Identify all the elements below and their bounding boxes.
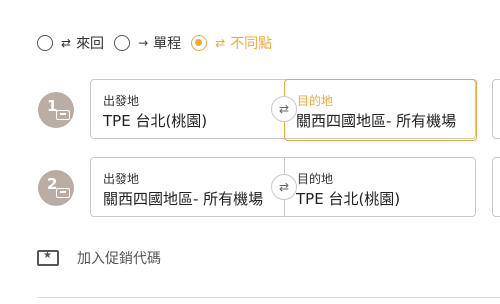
origin-value: 關西四國地區- 所有機場: [103, 190, 264, 208]
trip-type-one-way[interactable]: → 單程: [114, 33, 181, 53]
origin-field[interactable]: 出發地 TPE 台北(桃園): [91, 80, 284, 138]
trip-type-selector: ⇄ 來回 → 單程 ⇄ 不同點: [37, 32, 282, 54]
ticket-star-icon: [37, 250, 59, 266]
destination-label: 目的地: [297, 172, 334, 186]
destination-field[interactable]: 目的地 關西四國地區- 所有機場: [284, 79, 477, 141]
origin-field[interactable]: 出發地 關西四國地區- 所有機場: [91, 158, 284, 216]
round-trip-arrows-icon: ⇄: [61, 36, 72, 50]
origin-value: TPE 台北(桃園): [103, 112, 208, 130]
segment-box: 出發地 關西四國地區- 所有機場 目的地 TPE 台北(桃園) ⇄: [90, 157, 476, 217]
ticket-icon: [56, 188, 70, 198]
round-trip-radio[interactable]: [37, 35, 53, 51]
add-promo-code-link[interactable]: 加入促銷代碼: [37, 248, 161, 268]
multi-city-arrows-icon: ⇄: [215, 36, 226, 50]
step-badge: 2: [38, 170, 74, 206]
destination-value: TPE 台北(桃園): [296, 190, 401, 208]
origin-label: 出發地: [103, 94, 140, 108]
right-arrow-icon: →: [138, 36, 149, 50]
swap-icon[interactable]: ⇄: [271, 174, 297, 200]
promo-label: 加入促銷代碼: [77, 251, 161, 267]
step-badge: 1: [38, 92, 74, 128]
multi-city-label: 不同點: [230, 36, 273, 52]
flight-segment-2: 2 出發地 關西四國地區- 所有機場 目的地 TPE 台北(桃園) ⇄: [0, 157, 500, 219]
swap-icon[interactable]: ⇄: [271, 96, 297, 122]
segment-box: 出發地 TPE 台北(桃園) 目的地 關西四國地區- 所有機場 ⇄: [90, 79, 477, 141]
divider: [37, 297, 500, 298]
destination-label: 目的地: [297, 94, 334, 108]
multi-city-radio[interactable]: [191, 35, 208, 51]
origin-label: 出發地: [103, 172, 140, 186]
ticket-icon: [56, 110, 70, 120]
destination-value: 關西四國地區- 所有機場: [296, 112, 457, 130]
one-way-label: 單程: [153, 36, 182, 52]
destination-field[interactable]: 目的地 TPE 台北(桃園): [284, 158, 477, 216]
date-field[interactable]: [492, 79, 500, 139]
flight-segment-1: 1 出發地 TPE 台北(桃園) 目的地 關西四國地區- 所有機場 ⇄: [0, 79, 500, 141]
date-field[interactable]: [492, 157, 500, 217]
round-trip-label: 來回: [76, 36, 105, 52]
trip-type-multi-city[interactable]: ⇄ 不同點: [191, 33, 272, 53]
trip-type-round-trip[interactable]: ⇄ 來回: [37, 33, 104, 53]
one-way-radio[interactable]: [114, 35, 131, 51]
